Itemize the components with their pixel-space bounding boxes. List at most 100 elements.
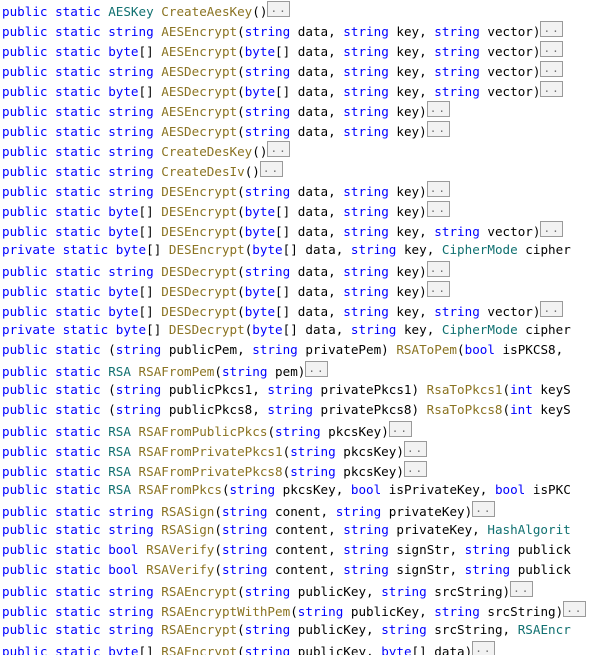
code-line[interactable]: public static string DESDecrypt(string d… [0, 260, 602, 280]
code-token: ( [214, 562, 222, 577]
code-token: CreateAesKey [161, 4, 253, 19]
code-token: isPKCS8, [494, 342, 564, 357]
code-line[interactable]: public static byte[] DESDecrypt(byte[] d… [0, 300, 602, 320]
code-token: public [2, 224, 48, 239]
code-token: RSAFromPublicPkcs [138, 424, 268, 439]
collapsed-region-toggle[interactable]: ... [426, 181, 450, 197]
code-token: static [55, 622, 101, 637]
collapsed-region-toggle[interactable]: ... [388, 421, 412, 437]
code-token: string [108, 24, 154, 39]
collapsed-region-toggle[interactable]: ... [426, 201, 450, 217]
code-line[interactable]: public static string CreateDesKey()... [0, 140, 602, 160]
collapsed-region-toggle[interactable]: ... [403, 461, 427, 477]
code-token: data, [290, 264, 344, 279]
code-token: string [244, 644, 291, 655]
collapsed-region-toggle[interactable]: ... [540, 301, 564, 317]
code-line[interactable]: public static byte[] DESEncrypt(byte[] d… [0, 220, 602, 240]
code-token: public [2, 622, 48, 637]
code-line[interactable]: public static byte[] DESDecrypt(byte[] d… [0, 280, 602, 300]
code-line[interactable]: public static RSA RSAFromPem(string pem)… [0, 360, 602, 380]
collapsed-region-toggle[interactable]: ... [540, 221, 564, 237]
collapsed-region-toggle[interactable]: ... [540, 81, 564, 97]
code-line[interactable]: public static string RSAEncryptWithPem(s… [0, 600, 602, 620]
code-token: [] [138, 224, 162, 239]
code-line[interactable]: public static string AESEncrypt(string d… [0, 20, 602, 40]
code-token: publicKey, [290, 644, 382, 655]
code-token: RSAFromPem [138, 364, 215, 379]
code-line[interactable]: public static string AESEncrypt(string d… [0, 100, 602, 120]
code-line[interactable]: public static string DESEncrypt(string d… [0, 180, 602, 200]
code-token: byte [108, 644, 139, 655]
code-editor-surface[interactable]: public static AESKey CreateAesKey()...pu… [0, 0, 602, 655]
collapsed-region-ellipsis: ... [391, 422, 411, 435]
collapsed-region-toggle[interactable]: ... [267, 1, 291, 17]
collapsed-region-toggle[interactable]: ... [305, 361, 329, 377]
code-line[interactable]: public static AESKey CreateAesKey()... [0, 0, 602, 20]
code-line[interactable]: private static byte[] DESDecrypt(byte[] … [0, 320, 602, 340]
collapsed-region-toggle[interactable]: ... [540, 41, 564, 57]
code-token: public [2, 164, 48, 179]
code-token: key) [388, 264, 427, 279]
code-line[interactable]: public static (string publicPkcs8, strin… [0, 400, 602, 420]
code-token: string [244, 64, 291, 79]
code-line[interactable]: public static byte[] DESEncrypt(byte[] d… [0, 200, 602, 220]
collapsed-region-toggle[interactable]: ... [540, 61, 564, 77]
code-line[interactable]: public static string RSAEncrypt(string p… [0, 580, 602, 600]
code-token: string [343, 184, 389, 199]
code-token: static [55, 144, 101, 159]
code-token: public [2, 464, 48, 479]
code-token: pkcsKey) [335, 444, 404, 459]
code-line[interactable]: public static string CreateDesIv()... [0, 160, 602, 180]
code-line[interactable]: public static RSA RSAFromPkcs(string pkc… [0, 480, 602, 500]
code-token: string [290, 464, 336, 479]
code-token: byte [115, 322, 147, 337]
code-token: int [510, 402, 533, 417]
code-line[interactable]: public static RSA RSAFromPrivatePkcs1(st… [0, 440, 602, 460]
code-token: isPKC [525, 482, 571, 497]
code-line[interactable]: public static (string publicPkcs1, strin… [0, 380, 602, 400]
code-line[interactable]: public static string RSASign(string cone… [0, 500, 602, 520]
code-line[interactable]: public static string AESDecrypt(string d… [0, 120, 602, 140]
collapsed-region-toggle[interactable]: ... [426, 261, 450, 277]
collapsed-region-toggle[interactable]: ... [426, 121, 450, 137]
collapsed-region-toggle[interactable]: ... [472, 501, 496, 517]
code-token: srcString, [426, 622, 518, 637]
collapsed-region-toggle[interactable]: ... [267, 141, 291, 157]
collapsed-region-toggle[interactable]: ... [426, 281, 450, 297]
code-token: public [2, 604, 48, 619]
collapsed-region-toggle[interactable]: ... [259, 161, 283, 177]
code-token: static [55, 184, 101, 199]
code-line[interactable]: public static string RSAEncrypt(string p… [0, 620, 602, 640]
code-token: string [221, 364, 268, 379]
code-line[interactable]: public static byte[] RSAEncrypt(string p… [0, 640, 602, 655]
code-line[interactable]: public static RSA RSAFromPublicPkcs(stri… [0, 420, 602, 440]
code-token: string [343, 542, 389, 557]
collapsed-region-toggle[interactable]: ... [540, 21, 564, 37]
code-token: key) [388, 104, 427, 119]
code-line[interactable]: public static string AESDecrypt(string d… [0, 60, 602, 80]
collapsed-region-ellipsis: ... [406, 462, 426, 475]
code-token: key) [388, 184, 427, 199]
code-line[interactable]: public static RSA RSAFromPrivatePkcs8(st… [0, 460, 602, 480]
collapsed-region-toggle[interactable]: ... [426, 101, 450, 117]
code-line[interactable]: public static bool RSAVerify(string cont… [0, 560, 602, 580]
code-token: [] data, [275, 304, 344, 319]
code-line[interactable]: public static string RSASign(string cont… [0, 520, 602, 540]
collapsed-region-toggle[interactable]: ... [563, 601, 587, 617]
code-line[interactable]: public static byte[] AESEncrypt(byte[] d… [0, 40, 602, 60]
collapsed-region-toggle[interactable]: ... [403, 441, 427, 457]
code-line[interactable]: public static byte[] AESDecrypt(byte[] d… [0, 80, 602, 100]
code-line[interactable]: private static byte[] DESEncrypt(byte[] … [0, 240, 602, 260]
collapsed-region-ellipsis: ... [543, 62, 562, 75]
collapsed-region-toggle[interactable]: ... [510, 581, 534, 597]
code-token: ( [237, 264, 245, 279]
code-token: string [108, 144, 154, 159]
collapsed-region-toggle[interactable]: ... [472, 641, 496, 655]
code-line[interactable]: public static bool RSAVerify(string cont… [0, 540, 602, 560]
code-token: key) [388, 284, 427, 299]
code-line[interactable]: public static (string publicPem, string … [0, 340, 602, 360]
